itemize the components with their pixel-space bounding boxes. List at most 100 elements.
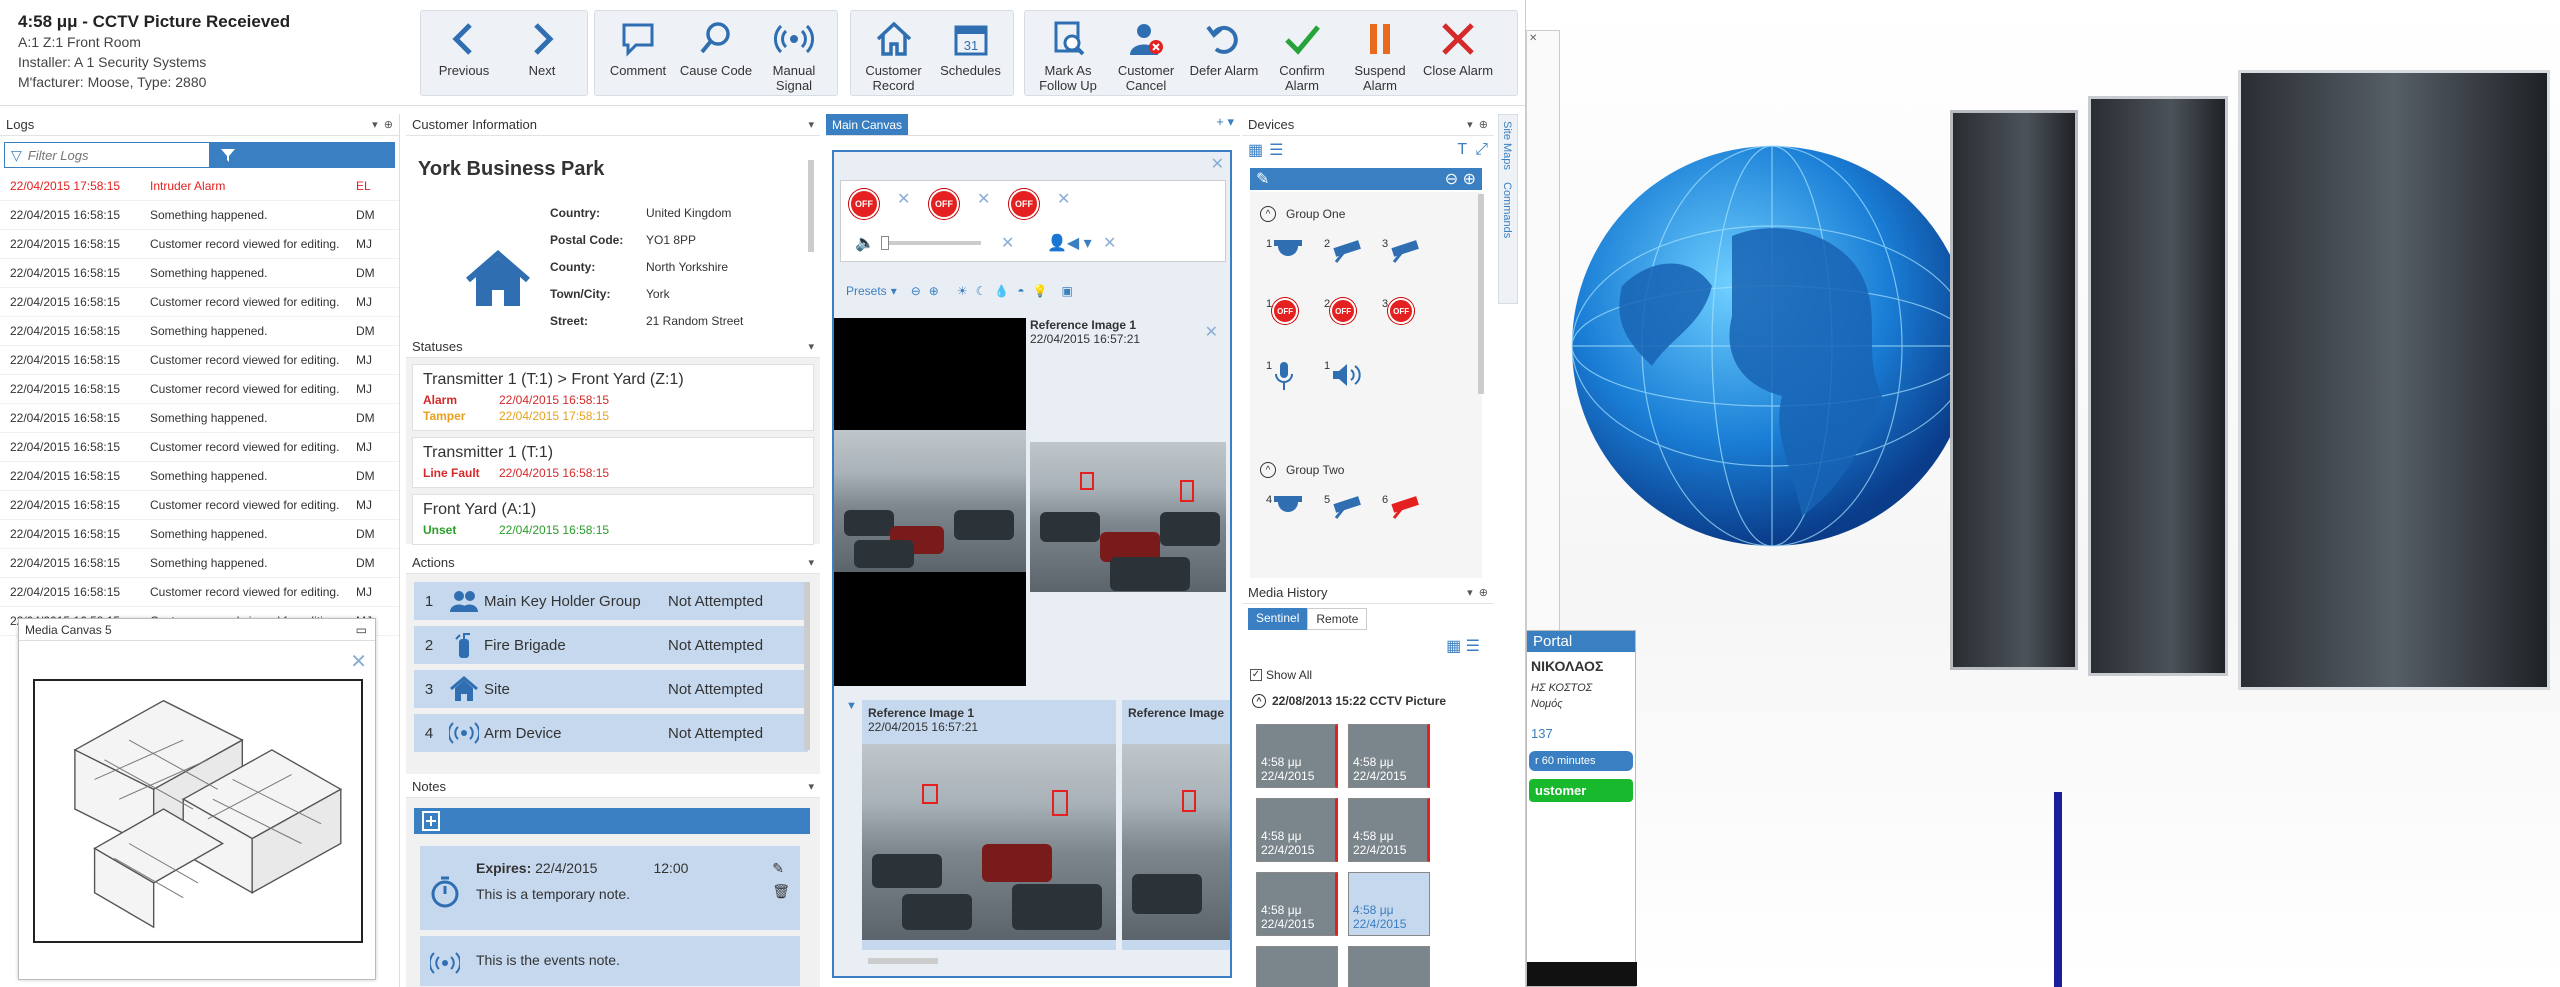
list-view-icon[interactable]: ☰ [1269, 140, 1283, 160]
zoom-out-icon[interactable]: ⊖ [911, 284, 921, 298]
log-row[interactable]: 22/04/2015 16:58:15 Customer record viewe… [0, 230, 399, 259]
confirm-alarm-button[interactable]: Confirm Alarm [1263, 11, 1341, 95]
bullet-camera-3[interactable]: 3 [1382, 238, 1424, 264]
close-icon[interactable]: ✕ [1211, 154, 1224, 174]
show-all-checkbox[interactable]: ✓ Show All [1250, 668, 1312, 682]
close-icon[interactable]: ✕ [897, 189, 910, 209]
media-thumbnail[interactable]: 4:58 μμ 22/4/2015 [1348, 724, 1430, 788]
collapse-icon[interactable]: ▾ [808, 336, 814, 358]
suspend-alarm-button[interactable]: Suspend Alarm [1341, 11, 1419, 95]
tab-remote[interactable]: Remote [1307, 608, 1368, 630]
manual-signal-button[interactable]: Manual Signal [755, 11, 833, 95]
bullet-camera-2[interactable]: 2 [1324, 238, 1366, 264]
log-row[interactable]: 22/04/2015 16:58:15 Customer record viewe… [0, 375, 399, 404]
collapse-icon[interactable]: ▾ [808, 114, 814, 136]
comment-button[interactable]: Comment [599, 11, 677, 95]
filter-logs-input[interactable] [27, 147, 198, 163]
reference-image-tile-1[interactable]: Reference Image 1 22/04/2015 16:57:21 [862, 700, 1116, 950]
horizontal-scrollbar[interactable] [868, 958, 938, 964]
close-icon[interactable]: ✕ [1103, 233, 1116, 253]
gallery-icon[interactable]: ▣ [1062, 284, 1073, 298]
media-thumbnail[interactable] [1348, 946, 1430, 987]
off-toggle-1[interactable]: OFF [849, 189, 879, 219]
media-thumbnail[interactable] [1256, 946, 1338, 987]
tab-main-canvas[interactable]: Main Canvas [826, 114, 909, 135]
media-thumbnail[interactable]: 4:58 μμ 22/4/2015 [1256, 872, 1338, 936]
close-icon[interactable]: ✕ [1001, 233, 1014, 253]
log-row[interactable]: 22/04/2015 16:58:15 Something happened. DM [0, 404, 399, 433]
output-2[interactable]: 2 OFF [1324, 298, 1357, 324]
log-row[interactable]: 22/04/2015 16:58:15 Something happened. DM [0, 549, 399, 578]
lamp-icon[interactable]: ◓ [1017, 284, 1024, 298]
media-thumbnail[interactable]: 4:58 μμ 22/4/2015 [1256, 798, 1338, 862]
zoom-controls-icon[interactable]: ⊖ ⊕ [1445, 169, 1476, 189]
off-toggle-2[interactable]: OFF [929, 189, 959, 219]
speaker-1[interactable]: 1 [1324, 360, 1362, 390]
customer-cancel-button[interactable]: Customer Cancel [1107, 11, 1185, 95]
temporary-note[interactable]: Expires: 22/4/2015 12:00 This is a tempor… [420, 846, 800, 930]
collapse-icon[interactable]: ▼ [846, 700, 857, 712]
microphone-user-icon[interactable]: 👤◀ ▾ [1047, 233, 1092, 253]
brightness-icon[interactable]: ☀ [957, 284, 968, 298]
close-icon[interactable]: ✕ [1205, 322, 1218, 342]
scrollbar[interactable] [804, 582, 810, 750]
pencil-icon[interactable]: ✎ [1256, 169, 1269, 189]
output-3[interactable]: 3 OFF [1382, 298, 1415, 324]
media-canvas-5-window[interactable]: Media Canvas 5 ▭ ✕ [18, 618, 376, 980]
tab-site-maps[interactable]: Site Maps [1499, 115, 1515, 176]
media-group-header[interactable]: ^ 22/08/2013 15:22 CCTV Picture [1252, 694, 1472, 708]
grid-view-icon[interactable]: ▦ [1248, 140, 1263, 160]
log-row[interactable]: 22/04/2015 16:58:15 Something happened. DM [0, 317, 399, 346]
group-two-header[interactable]: ^ Group Two [1260, 462, 1344, 478]
presets-dropdown[interactable]: Presets [846, 284, 887, 298]
bulb-icon[interactable]: 💡 [1033, 284, 1048, 298]
delete-icon[interactable]: 🗑 [772, 883, 790, 900]
scrollbar[interactable] [808, 160, 814, 252]
customer-record-button[interactable]: Customer Record [855, 11, 932, 95]
log-row[interactable]: 22/04/2015 16:58:15 Customer record viewe… [0, 491, 399, 520]
events-note[interactable]: This is the events note. [420, 936, 800, 986]
status-card[interactable]: Front Yard (A:1) Unset 22/04/2015 16:58:15 [412, 494, 814, 545]
collapse-icon[interactable]: ▾ [808, 776, 814, 798]
output-1[interactable]: 1 OFF [1266, 298, 1299, 324]
close-icon[interactable]: ✕ [350, 649, 367, 674]
group-one-header[interactable]: ^ Group One [1260, 206, 1345, 222]
bullet-camera-6-alarm[interactable]: 6 [1382, 494, 1424, 520]
log-row[interactable]: 22/04/2015 16:58:15 Customer record viewe… [0, 288, 399, 317]
pin-icon[interactable]: ▾ ⊕ [1467, 582, 1488, 604]
close-icon[interactable]: ✕ [1057, 189, 1070, 209]
log-row[interactable]: 22/04/2015 17:58:15 Intruder Alarm EL [0, 172, 399, 201]
dome-camera-4[interactable]: 4 [1266, 494, 1304, 520]
text-icon[interactable]: T [1457, 141, 1467, 159]
panel-pin-icon[interactable]: ▾ ⊕ [372, 114, 393, 136]
media-thumbnail[interactable]: 4:58 μμ 22/4/2015 [1348, 798, 1430, 862]
log-row[interactable]: 22/04/2015 16:58:15 Something happened. DM [0, 462, 399, 491]
add-note-button[interactable] [414, 808, 810, 834]
water-drop-icon[interactable]: 💧 [994, 284, 1009, 298]
action-item[interactable]: 1 Main Key Holder Group Not Attempted [414, 582, 808, 620]
log-row[interactable]: 22/04/2015 16:58:15 Customer record viewe… [0, 346, 399, 375]
pin-icon[interactable]: ▾ ⊕ [1467, 114, 1488, 136]
action-item[interactable]: 2 Fire Brigade Not Attempted [414, 626, 808, 664]
live-feed-tile[interactable] [834, 318, 1026, 686]
previous-button[interactable]: Previous [425, 11, 503, 95]
maximize-icon[interactable]: ▭ [356, 619, 367, 641]
microphone-1[interactable]: 1 [1266, 360, 1296, 392]
add-tab-icon[interactable]: + ▾ [1216, 114, 1234, 135]
status-card[interactable]: Transmitter 1 (T:1) > Front Yard (Z:1) Al… [412, 364, 814, 431]
zoom-in-icon[interactable]: ⊕ [929, 284, 939, 298]
view-toggle-icons[interactable]: ▦ ☰ [1446, 636, 1480, 656]
filter-apply-button[interactable] [210, 142, 395, 168]
mark-follow-up-button[interactable]: Mark As Follow Up [1029, 11, 1107, 95]
volume-slider[interactable] [881, 236, 981, 250]
reference-image-tile-2[interactable]: Reference Image [1122, 700, 1230, 950]
log-row[interactable]: 22/04/2015 16:58:15 Customer record viewe… [0, 433, 399, 462]
close-alarm-button[interactable]: Close Alarm [1419, 11, 1497, 95]
bullet-camera-5[interactable]: 5 [1324, 494, 1366, 520]
dome-camera-1[interactable]: 1 [1266, 238, 1304, 264]
collapse-icon[interactable]: ▾ [808, 552, 814, 574]
defer-alarm-button[interactable]: Defer Alarm [1185, 11, 1263, 95]
tab-sentinel[interactable]: Sentinel [1248, 608, 1308, 630]
scrollbar[interactable] [1478, 194, 1484, 394]
edit-icon[interactable]: ✎ [772, 860, 790, 877]
